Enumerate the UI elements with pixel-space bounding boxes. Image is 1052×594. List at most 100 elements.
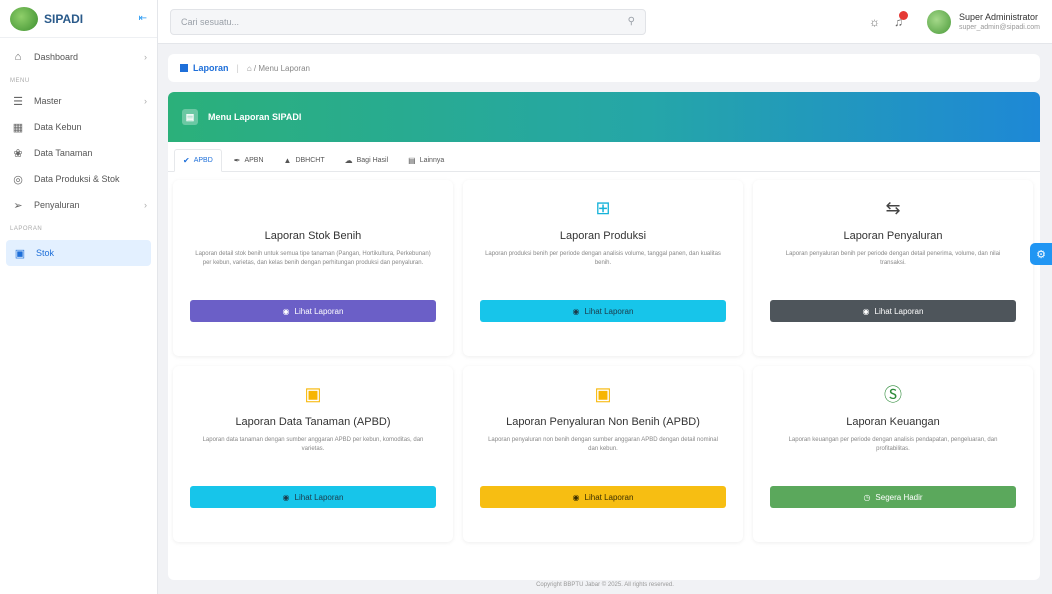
search-placeholder: Cari sesuatu... [181, 16, 240, 27]
view-report-button[interactable]: ◉ Lihat Laporan [770, 300, 1016, 322]
card-title: Laporan Data Tanaman (APBD) [235, 416, 391, 428]
tab-dbhcht[interactable]: ▲ DBHCHT [276, 150, 333, 171]
sidebar-item-master[interactable]: ☰ Master › [0, 88, 157, 114]
sidebar-item-penyaluran[interactable]: ➢ Penyaluran › [0, 192, 157, 218]
tab-bagi-hasil[interactable]: ☁ Bagi Hasil [337, 150, 397, 171]
tab-label: APBN [244, 157, 264, 164]
sidebar-item-label: Data Tanaman [34, 148, 93, 158]
settings-gear-icon[interactable]: ⚙ [1030, 243, 1052, 265]
report-card-penyaluran-non-benih-apbd: ▣ Laporan Penyaluran Non Benih (APBD) La… [463, 366, 743, 542]
card-description: Laporan penyaluran non benih dengan sumb… [488, 437, 718, 452]
card-title: Laporan Stok Benih [264, 230, 362, 242]
sidebar-item-label: Master [34, 96, 62, 106]
tab-apbd[interactable]: ✔ APBD [174, 149, 222, 172]
check-icon: ✔ [183, 156, 190, 165]
chevron-right-icon: › [144, 200, 147, 210]
home-icon[interactable]: ⌂ [247, 64, 254, 73]
home-icon: ⌂ [14, 51, 22, 63]
breadcrumb-path[interactable]: ⌂ / Menu Laporan [247, 64, 310, 73]
report-card-grid: Laporan Stok Benih Laporan detail stok b… [168, 172, 1040, 550]
breadcrumb-title: Laporan [193, 63, 229, 73]
tab-label: Bagi Hasil [356, 157, 389, 164]
topbar-right: ☼ ♫ Super Administrator super_admin@sipa… [855, 9, 1040, 34]
sidebar-item-label: Dashboard [34, 52, 79, 62]
eye-icon: ◉ [572, 492, 580, 502]
coming-soon-button[interactable]: ◷ Segera Hadir [770, 486, 1016, 508]
calendar-icon: ▣ [14, 247, 26, 260]
tab-label: DBHCHT [295, 157, 325, 164]
breadcrumb: Laporan | ⌂ / Menu Laporan [168, 54, 1040, 82]
view-report-button[interactable]: ◉ Lihat Laporan [480, 486, 726, 508]
notification-icon[interactable]: ♫ [894, 10, 908, 29]
button-label: Lihat Laporan [294, 492, 344, 502]
sidebar-item-data-tanaman[interactable]: ❀ Data Tanaman [0, 140, 157, 166]
brand[interactable]: SIPADI ⇤ [0, 0, 157, 38]
tab-label: APBD [193, 157, 213, 164]
report-card-stok-benih: Laporan Stok Benih Laporan detail stok b… [173, 180, 453, 356]
view-report-button[interactable]: ◉ Lihat Laporan [190, 300, 436, 322]
button-label: Lihat Laporan [294, 306, 344, 316]
button-label: Lihat Laporan [584, 306, 634, 316]
view-report-button[interactable]: ◉ Lihat Laporan [480, 300, 726, 322]
user-email: super_admin@sipadi.com [958, 24, 1040, 31]
table-icon: ▦ [12, 121, 24, 134]
card-title: Laporan Keuangan [846, 416, 940, 428]
report-card-keuangan: Ⓢ Laporan Keuangan Laporan keuangan per … [753, 366, 1033, 542]
money-icon: ▣ [594, 383, 612, 404]
user-info[interactable]: Super Administrator super_admin@sipadi.c… [959, 12, 1040, 31]
handshake-icon: ☁ [344, 156, 353, 165]
report-card-produksi: ⊞ Laporan Produksi Laporan produksi beni… [463, 180, 743, 356]
banner: ▤ Menu Laporan SIPADI [168, 92, 1040, 142]
money-icon: ▣ [304, 383, 322, 404]
plant-icon: ❀ [13, 147, 23, 160]
dollar-circle-icon: Ⓢ [884, 385, 902, 405]
search-input[interactable]: Cari sesuatu... ⚲ [170, 8, 646, 35]
report-tabs: ✔ APBD ✒ APBN ▲ DBHCHT ☁ Bagi Hasil ▤ Lainnya [168, 142, 1040, 172]
eye-icon: ◉ [282, 306, 290, 316]
avatar[interactable] [926, 9, 951, 34]
send-icon: ➢ [13, 199, 23, 212]
breadcrumb-icon [180, 64, 188, 72]
view-report-button[interactable]: ◉ Lihat Laporan [190, 486, 436, 508]
card-title: Laporan Penyaluran Non Benih (APBD) [506, 416, 700, 428]
eye-icon: ◉ [572, 306, 580, 316]
document-icon: ▤ [182, 109, 198, 125]
notification-badge [898, 10, 908, 20]
button-label: Lihat Laporan [584, 492, 634, 502]
sidebar-item-data-produksi-stok[interactable]: ◎ Data Produksi & Stok [0, 166, 157, 192]
box-icon: ◎ [13, 173, 23, 186]
database-icon: ☰ [13, 95, 23, 108]
sidebar-item-data-kebun[interactable]: ▦ Data Kebun [0, 114, 157, 140]
brand-logo [10, 6, 38, 31]
report-menu-panel: ▤ Menu Laporan SIPADI ✔ APBD ✒ APBN ▲ DBHCH… [168, 92, 1040, 580]
tab-apbn[interactable]: ✒ APBN [226, 150, 272, 171]
report-card-penyaluran: ⇆ Laporan Penyaluran Laporan penyaluran … [753, 180, 1033, 356]
sidebar-item-label: Data Produksi & Stok [34, 174, 120, 184]
chevron-right-icon: › [144, 96, 147, 106]
card-title: Laporan Penyaluran [843, 230, 943, 242]
sidebar-section-menu: MENU [10, 78, 30, 84]
search-icon[interactable]: ⚲ [628, 16, 635, 27]
footer: Copyright BBPTU Jabar © 2025. All rights… [536, 582, 674, 588]
theme-toggle-icon[interactable]: ☼ [869, 15, 880, 29]
card-title: Laporan Produksi [559, 230, 647, 242]
eye-icon: ◉ [282, 492, 290, 502]
card-description: Laporan keuangan per periode dengan anal… [788, 437, 998, 452]
sidebar-item-label: Data Kebun [34, 122, 82, 132]
topbar: Cari sesuatu... ⚲ ☼ ♫ Super Administrato… [158, 0, 1052, 44]
user-name: Super Administrator [958, 12, 1038, 22]
button-label: Segera Hadir [875, 492, 923, 502]
collapse-icon[interactable]: ⇤ [139, 13, 147, 24]
sidebar-item-label: Penyaluran [34, 200, 80, 210]
sidebar-item-stok[interactable]: ▣ Stok [6, 240, 151, 266]
report-card-data-tanaman-apbd: ▣ Laporan Data Tanaman (APBD) Laporan da… [173, 366, 453, 542]
sidebar-item-dashboard[interactable]: ⌂ Dashboard › [0, 44, 157, 70]
breadcrumb-path-text: / Menu Laporan [253, 63, 310, 73]
banner-title: Menu Laporan SIPADI [208, 112, 302, 122]
card-description: Laporan data tanaman dengan sumber angga… [202, 437, 424, 452]
building-icon: ▲ [283, 156, 292, 165]
sidebar-section-laporan: LAPORAN [10, 226, 43, 232]
card-description: Laporan detail stok benih untuk semua ti… [195, 251, 431, 266]
tab-lainnya[interactable]: ▤ Lainnya [400, 150, 452, 171]
bar-chart-icon: ⊞ [595, 197, 611, 218]
